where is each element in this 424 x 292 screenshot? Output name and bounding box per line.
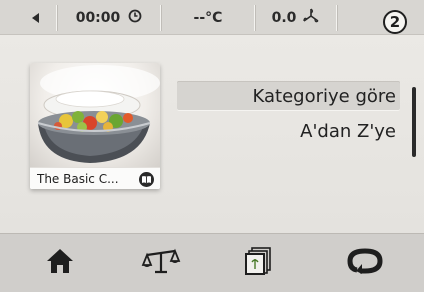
scrollbar[interactable]	[412, 87, 416, 157]
mode-icon	[346, 248, 384, 278]
home-button[interactable]	[15, 234, 105, 292]
book-title: The Basic C...	[37, 172, 119, 186]
step-badge: 2	[383, 10, 407, 34]
cookbook-button[interactable]	[214, 234, 304, 292]
bottom-nav	[0, 233, 424, 292]
timer-display[interactable]: 00:00	[58, 5, 161, 31]
menu-item-label: Kategoriye göre	[252, 85, 396, 107]
temperature-display[interactable]: --°C	[162, 5, 255, 31]
scale-icon	[141, 247, 181, 279]
speed-value: 0.0	[271, 10, 297, 26]
mode-button[interactable]	[320, 234, 410, 292]
menu-item-by-category[interactable]: Kategoriye göre	[177, 81, 400, 111]
temperature-value: --°C	[193, 10, 223, 26]
fan-icon	[302, 8, 320, 28]
menu-item-a-to-z[interactable]: A'dan Z'ye	[177, 116, 400, 146]
scale-button[interactable]	[116, 234, 206, 292]
clock-icon	[128, 9, 142, 27]
book-cover-image	[30, 63, 160, 167]
book-icon	[139, 171, 154, 187]
time-value: 00:00	[75, 10, 121, 26]
menu-item-label: A'dan Z'ye	[300, 120, 396, 142]
home-icon	[45, 247, 75, 279]
status-bar: 00:00 --°C 0.0 2	[0, 0, 424, 35]
book-caption: The Basic C...	[30, 167, 160, 189]
book-card[interactable]: The Basic C...	[30, 63, 160, 189]
back-button[interactable]	[14, 5, 57, 31]
speed-display[interactable]: 0.0	[256, 5, 337, 31]
back-triangle-icon	[31, 13, 39, 23]
cookbook-icon	[244, 246, 274, 280]
